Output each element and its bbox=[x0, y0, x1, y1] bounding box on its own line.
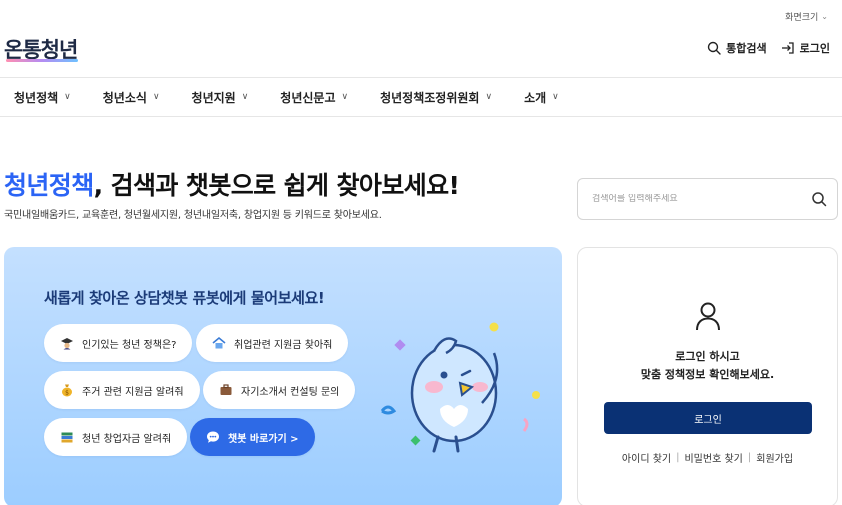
chevron-down-icon: ∨ bbox=[341, 92, 349, 102]
search-icon bbox=[707, 41, 721, 55]
nav-item-youth-petition[interactable]: 청년신문고 ∨ bbox=[280, 89, 348, 106]
chip-resume-consulting[interactable]: 자기소개서 컨설팅 문의 bbox=[203, 371, 356, 409]
money-bag-icon: $ bbox=[60, 383, 74, 397]
chatbot-go-label: 챗봇 바로가기 > bbox=[228, 433, 299, 445]
chip-label: 청년 창업자금 알려줘 bbox=[82, 433, 172, 445]
chip-label: 인기있는 청년 정책은? bbox=[82, 339, 177, 351]
svg-text:$: $ bbox=[65, 389, 69, 396]
nav-item-youth-news[interactable]: 청년소식 ∨ bbox=[103, 89, 160, 106]
chatbot-title: 새롭게 찾아온 상담챗봇 퓨봇에게 물어보세요! bbox=[44, 289, 325, 307]
logo-underline bbox=[6, 59, 78, 62]
chip-label: 주거 관련 지원금 알려줘 bbox=[82, 386, 184, 398]
header-actions: 통합검색 로그인 bbox=[707, 40, 830, 56]
integrated-search-button[interactable]: 통합검색 bbox=[707, 40, 767, 56]
login-button[interactable]: 로그인 bbox=[604, 402, 812, 434]
site-logo[interactable]: 온통청년 bbox=[4, 30, 78, 64]
briefcase-icon bbox=[219, 383, 233, 397]
nav-item-label: 청년소식 bbox=[102, 90, 147, 105]
user-icon bbox=[696, 302, 720, 331]
chatbot-go-button[interactable]: 챗봇 바로가기 > bbox=[190, 418, 315, 456]
nav-item-policy-committee[interactable]: 청년정책조정위원회 ∨ bbox=[380, 89, 492, 106]
nav-item-about[interactable]: 소개 ∨ bbox=[524, 89, 559, 106]
account-links: 아이디 찾기 | 비밀번호 찾기 | 회원가입 bbox=[578, 450, 837, 465]
nav-item-label: 청년지원 bbox=[191, 90, 236, 105]
chevron-down-icon: ⌄ bbox=[821, 12, 828, 21]
login-icon bbox=[781, 42, 794, 54]
house-icon bbox=[212, 336, 226, 350]
main-navigation: 청년정책 ∨ 청년소식 ∨ 청년지원 ∨ 청년신문고 ∨ 청년정책조정위원회 ∨… bbox=[0, 77, 842, 117]
nav-item-label: 청년신문고 bbox=[280, 90, 336, 105]
hero-subtitle: 국민내일배움카드, 교육훈련, 청년월세지원, 청년내일저축, 창업지원 등 키… bbox=[4, 210, 382, 221]
divider: | bbox=[747, 452, 752, 463]
chatbot-panel: 새롭게 찾아온 상담챗봇 퓨봇에게 물어보세요! 인기있는 청년 정책은? 취업… bbox=[4, 247, 562, 505]
policy-search-box bbox=[577, 178, 838, 220]
chevron-down-icon: ∨ bbox=[152, 92, 160, 102]
login-message-line1: 로그인 하시고 bbox=[675, 350, 740, 363]
hero-title-accent: 청년정책 bbox=[4, 171, 94, 200]
find-id-link[interactable]: 아이디 찾기 bbox=[622, 450, 671, 465]
chevron-down-icon: ∨ bbox=[64, 92, 71, 102]
nav-item-youth-support[interactable]: 청년지원 ∨ bbox=[192, 89, 249, 106]
divider: | bbox=[676, 452, 680, 463]
chatbot-mascot-illustration bbox=[380, 322, 540, 453]
nav-item-label: 청년정책조정위원회 bbox=[380, 90, 480, 105]
header-login-button[interactable]: 로그인 bbox=[781, 40, 830, 56]
chat-bubble-icon bbox=[206, 430, 220, 444]
chevron-down-icon: ∨ bbox=[552, 92, 559, 102]
header-login-label: 로그인 bbox=[799, 42, 830, 55]
search-icon[interactable] bbox=[811, 191, 827, 207]
find-password-link[interactable]: 비밀번호 찾기 bbox=[684, 450, 742, 465]
hero-title: 청년정책, 검색과 챗봇으로 쉽게 찾아보세요! bbox=[4, 166, 460, 202]
integrated-search-label: 통합검색 bbox=[726, 42, 767, 55]
book-icon bbox=[60, 430, 74, 444]
screen-size-control[interactable]: 화면크기 ⌄ bbox=[785, 10, 828, 23]
nav-item-youth-policy[interactable]: 청년정책 ∨ bbox=[14, 89, 71, 106]
chip-popular-policy[interactable]: 인기있는 청년 정책은? bbox=[44, 324, 193, 362]
chip-label: 자기소개서 컨설팅 문의 bbox=[241, 386, 340, 398]
chip-housing-subsidy[interactable]: $ 주거 관련 지원금 알려줘 bbox=[44, 371, 200, 409]
chevron-down-icon: ∨ bbox=[241, 92, 249, 102]
policy-search-input[interactable] bbox=[592, 194, 811, 204]
graduate-icon bbox=[60, 336, 74, 350]
login-message: 로그인 하시고 맞춤 정책정보 확인해보세요. bbox=[578, 348, 837, 384]
nav-item-label: 소개 bbox=[524, 90, 547, 105]
chevron-down-icon: ∨ bbox=[485, 92, 493, 102]
signup-link[interactable]: 회원가입 bbox=[756, 450, 793, 465]
screen-size-label: 화면크기 bbox=[785, 13, 819, 23]
chip-label: 취업관련 지원금 찾아줘 bbox=[234, 339, 333, 351]
login-message-line2: 맞춤 정책정보 확인해보세요. bbox=[640, 368, 775, 381]
chip-job-subsidy[interactable]: 취업관련 지원금 찾아줘 bbox=[196, 324, 349, 362]
chip-startup-fund[interactable]: 청년 창업자금 알려줘 bbox=[44, 418, 188, 456]
login-panel: 로그인 하시고 맞춤 정책정보 확인해보세요. 로그인 아이디 찾기 | 비밀번… bbox=[577, 247, 838, 505]
nav-item-label: 청년정책 bbox=[14, 90, 59, 105]
hero-title-rest: , 검색과 챗봇으로 쉽게 찾아보세요! bbox=[93, 171, 460, 200]
